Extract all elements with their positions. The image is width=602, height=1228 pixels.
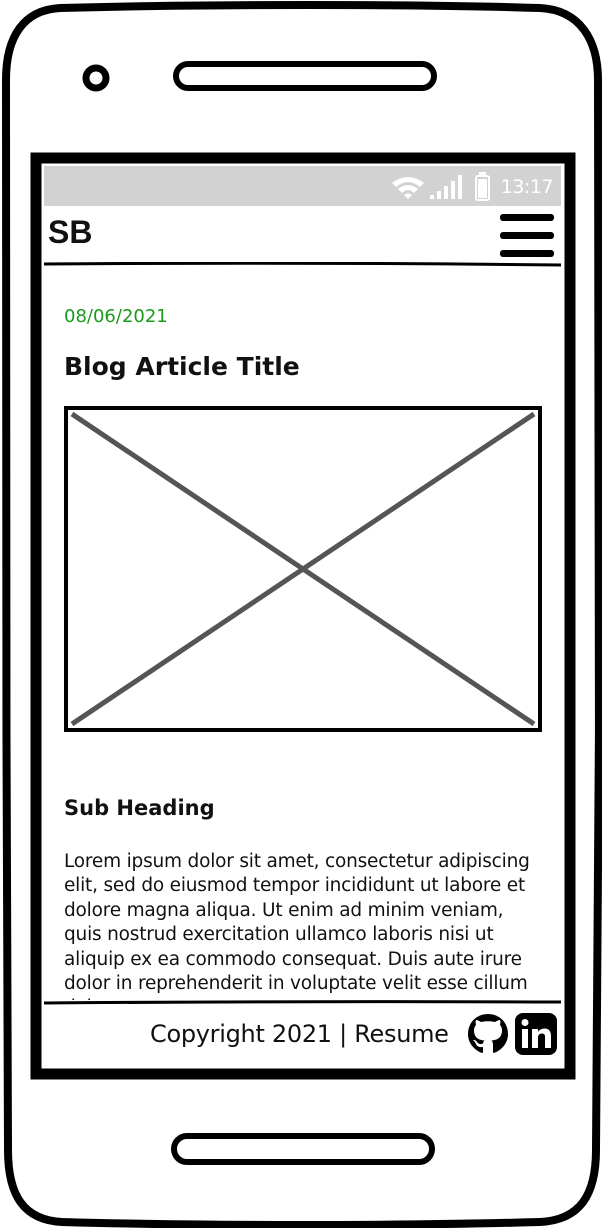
linkedin-icon[interactable] (514, 1012, 558, 1056)
brand-logo[interactable]: SB (48, 214, 92, 251)
screen: 13:17 SB 08/06/2021 Blog Article Title S… (44, 166, 561, 1066)
header-divider (44, 262, 561, 267)
signal-icon (430, 175, 462, 199)
image-placeholder (64, 406, 542, 732)
footer: Copyright 2021 | Resume (44, 1000, 561, 1066)
status-time: 13:17 (500, 176, 554, 198)
wifi-icon (392, 177, 424, 199)
footer-divider (44, 1000, 561, 1005)
article-title: Blog Article Title (64, 352, 300, 381)
status-icons (392, 172, 490, 201)
sub-heading: Sub Heading (64, 796, 215, 820)
battery-icon (475, 172, 490, 201)
app-header: SB (44, 206, 561, 264)
github-icon[interactable] (466, 1012, 510, 1056)
hamburger-menu-icon[interactable] (500, 212, 556, 262)
footer-copyright[interactable]: Copyright 2021 | Resume (150, 1020, 449, 1048)
status-bar: 13:17 (44, 166, 561, 206)
article-date: 08/06/2021 (64, 306, 168, 327)
article-body: Lorem ipsum dolor sit amet, consectetur … (64, 851, 530, 1018)
